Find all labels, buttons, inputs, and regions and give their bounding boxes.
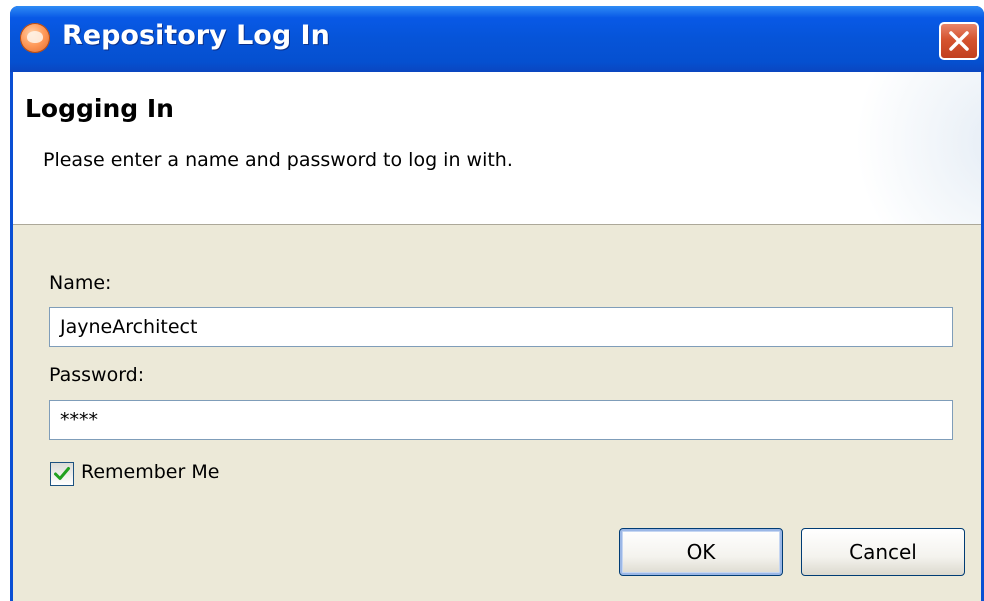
checkmark-icon [54,467,70,480]
close-icon [949,31,969,51]
header-banner: Logging In Please enter a name and passw… [13,72,981,225]
name-label: Name: [49,272,112,294]
app-logo-icon [20,23,50,53]
dialog-client-area: Logging In Please enter a name and passw… [13,72,981,601]
cancel-button[interactable]: Cancel [801,528,965,576]
login-dialog: Repository Log In Logging In Please ente… [10,6,984,601]
remember-me-checkbox[interactable] [50,462,74,486]
name-field[interactable]: JayneArchitect [49,307,953,347]
close-button[interactable] [939,22,979,60]
remember-me-label[interactable]: Remember Me [81,461,219,483]
ok-button[interactable]: OK [619,528,783,576]
banner-description: Please enter a name and password to log … [43,149,513,171]
password-field[interactable]: **** [49,400,953,440]
banner-decoration [821,72,981,224]
title-bar[interactable]: Repository Log In [10,6,984,72]
window-title: Repository Log In [62,20,330,51]
banner-title: Logging In [25,94,174,123]
password-label: Password: [49,364,145,386]
